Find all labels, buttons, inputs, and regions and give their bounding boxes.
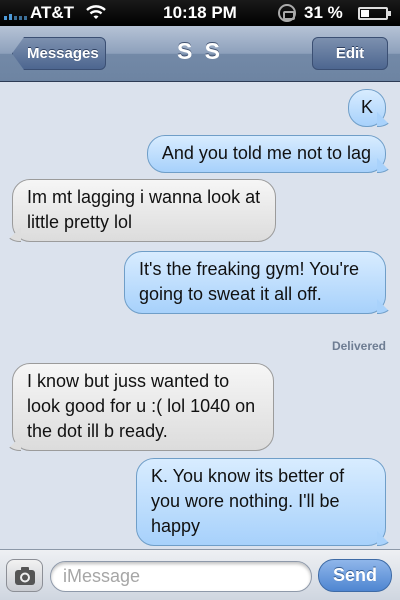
- navigation-bar: Messages S S Edit: [0, 26, 400, 82]
- camera-icon: [15, 567, 35, 585]
- composer-bar: Send: [0, 549, 400, 600]
- message-bubble-incoming[interactable]: I know but juss wanted to look good for …: [12, 363, 274, 451]
- rotation-lock-icon: [278, 4, 296, 22]
- edit-button[interactable]: Edit: [312, 37, 388, 70]
- camera-button[interactable]: [6, 559, 43, 592]
- imessage-input[interactable]: [50, 561, 312, 592]
- status-bar: AT&T 10:18 PM 31 %: [0, 0, 400, 26]
- send-button[interactable]: Send: [318, 559, 392, 592]
- battery-percentage: 31 %: [304, 3, 343, 22]
- message-thread[interactable]: K And you told me not to lag Im mt laggi…: [0, 83, 400, 549]
- message-bubble-outgoing[interactable]: K: [347, 89, 386, 127]
- message-bubble-outgoing[interactable]: K. You know its better of you wore nothi…: [136, 458, 386, 546]
- delivered-status: Delivered: [331, 339, 386, 353]
- message-bubble-outgoing[interactable]: It's the freaking gym! You're going to s…: [124, 251, 386, 314]
- message-bubble-incoming[interactable]: Im mt lagging i wanna look at little pre…: [12, 179, 276, 242]
- battery-icon: [358, 7, 391, 20]
- message-bubble-outgoing[interactable]: And you told me not to lag: [146, 135, 386, 173]
